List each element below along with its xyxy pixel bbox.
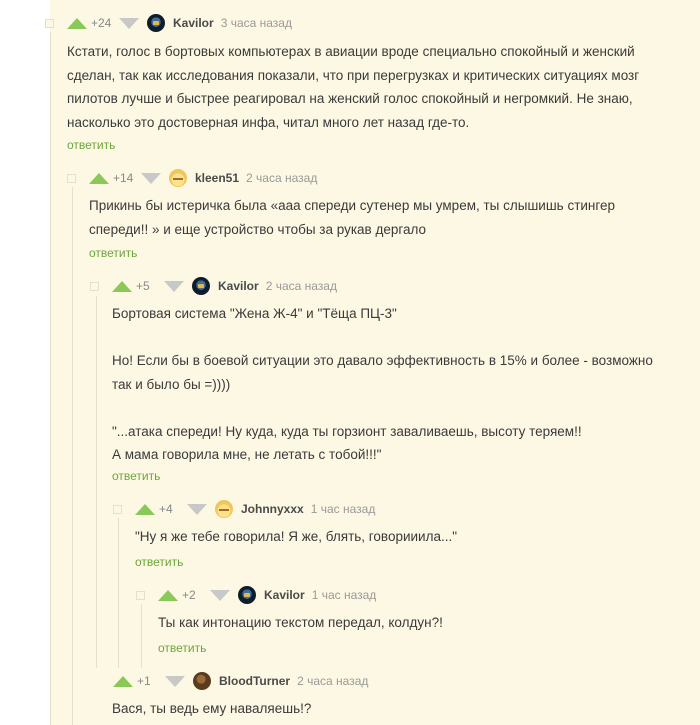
comment-rating: +1: [137, 674, 151, 688]
downvote-icon[interactable]: [141, 172, 161, 184]
comment-line: А мама говорила мне, не летать с тобой!!…: [112, 447, 382, 462]
comment-line: Кстати, голос в бортовых компьютерах в а…: [67, 44, 635, 59]
comment-line: Ты как интонацию текстом передал, колдун…: [158, 615, 443, 630]
comment-text: Вася, ты ведь ему наваляешь!?: [112, 697, 672, 721]
upvote-icon[interactable]: [158, 589, 178, 601]
avatar[interactable]: [169, 169, 187, 187]
comment-time[interactable]: 3 часа назад: [221, 16, 292, 30]
reply-link[interactable]: ответить: [135, 555, 183, 569]
collapse-toggle[interactable]: [113, 504, 122, 514]
upvote-icon[interactable]: [89, 172, 109, 184]
avatar[interactable]: [215, 500, 233, 518]
collapse-toggle[interactable]: [67, 173, 76, 183]
comment-rating: +5: [136, 279, 150, 293]
comment-header: +1 BloodTurner 2 часа назад: [113, 671, 368, 691]
comment-text: Бортовая система "Жена Ж-4" и "Тёща ПЦ-3…: [112, 302, 692, 467]
comment-rating: +14: [113, 171, 134, 185]
comment-author[interactable]: Johnnyxxx: [241, 502, 304, 516]
collapse-toggle[interactable]: [45, 18, 54, 28]
thread-line: [72, 187, 73, 725]
downvote-icon[interactable]: [187, 503, 207, 515]
reply-link[interactable]: ответить: [112, 469, 160, 483]
comment-author[interactable]: Kavilor: [173, 16, 214, 30]
comment-line: [112, 396, 692, 420]
downvote-icon[interactable]: [119, 17, 139, 29]
downvote-icon[interactable]: [164, 280, 184, 292]
comment-line: так и было бы =)))): [112, 376, 231, 392]
comment-rating: +24: [91, 16, 112, 30]
comment-rating: +2: [182, 588, 196, 602]
comment-line: [112, 326, 692, 350]
comment-line: Но! Если бы в боевой ситуации это давало…: [112, 353, 653, 368]
thread-line: [141, 604, 142, 668]
comment-time[interactable]: 1 час назад: [312, 588, 377, 602]
comment-line: насколько это достоверная инфа, читал мн…: [67, 114, 470, 130]
comment-line: Вася, ты ведь ему наваляешь!?: [112, 701, 312, 716]
comment-line: Бортовая система "Жена Ж-4" и "Тёща ПЦ-3…: [112, 306, 397, 321]
comment-author[interactable]: Kavilor: [264, 588, 305, 602]
comment-line: пилотов лучше и быстрее реагировал на же…: [67, 91, 633, 106]
collapse-toggle[interactable]: [136, 590, 145, 600]
comment-author[interactable]: Kavilor: [218, 279, 259, 293]
comment-text: Прикинь бы истеричка была «ааа спереди с…: [89, 194, 689, 241]
avatar[interactable]: [193, 672, 211, 690]
reply-link[interactable]: ответить: [158, 641, 206, 655]
comment-header: +24 Kavilor 3 часа назад: [45, 13, 292, 33]
upvote-icon[interactable]: [113, 675, 133, 687]
thread-line: [50, 32, 51, 725]
comment-line: "...атака спереди! Ну куда, куда ты горз…: [112, 423, 582, 439]
comment-time[interactable]: 2 часа назад: [266, 279, 337, 293]
comment-text: "Ну я же тебе говорила! Я же, блять, гов…: [135, 525, 685, 549]
avatar[interactable]: [192, 277, 210, 295]
comment-header: +5 Kavilor 2 часа назад: [90, 276, 337, 296]
comment-author[interactable]: BloodTurner: [219, 674, 290, 688]
avatar[interactable]: [238, 586, 256, 604]
upvote-icon[interactable]: [112, 280, 132, 292]
upvote-icon[interactable]: [135, 503, 155, 515]
comment-author[interactable]: kleen51: [195, 171, 239, 185]
upvote-icon[interactable]: [67, 17, 87, 29]
downvote-icon[interactable]: [210, 589, 230, 601]
collapse-toggle[interactable]: [90, 281, 99, 291]
avatar[interactable]: [147, 14, 165, 32]
comment-time[interactable]: 2 часа назад: [246, 171, 317, 185]
comment-header: +14 kleen51 2 часа назад: [67, 168, 317, 188]
reply-link[interactable]: ответить: [67, 138, 115, 152]
thread-line: [96, 296, 97, 668]
comment-text: Кстати, голос в бортовых компьютерах в а…: [67, 40, 687, 134]
comment-line: сделан, так как исследования показали, ч…: [67, 67, 640, 83]
comment-text: Ты как интонацию текстом передал, колдун…: [158, 611, 678, 635]
comment-header: +2 Kavilor 1 час назад: [136, 585, 376, 605]
comment-time[interactable]: 1 час назад: [311, 502, 376, 516]
comment-line: "Ну я же тебе говорила! Я же, блять, гов…: [135, 529, 458, 544]
comment-line: Прикинь бы истеричка была «ааа спереди с…: [89, 198, 616, 213]
reply-link[interactable]: ответить: [89, 246, 137, 260]
downvote-icon[interactable]: [165, 675, 185, 687]
comment-line: спереди!! » и еще устройство чтобы за ру…: [89, 221, 427, 237]
comment-rating: +4: [159, 502, 173, 516]
thread-line: [118, 518, 119, 668]
comment-header: +4 Johnnyxxx 1 час назад: [113, 499, 375, 519]
comment-time[interactable]: 2 часа назад: [297, 674, 368, 688]
